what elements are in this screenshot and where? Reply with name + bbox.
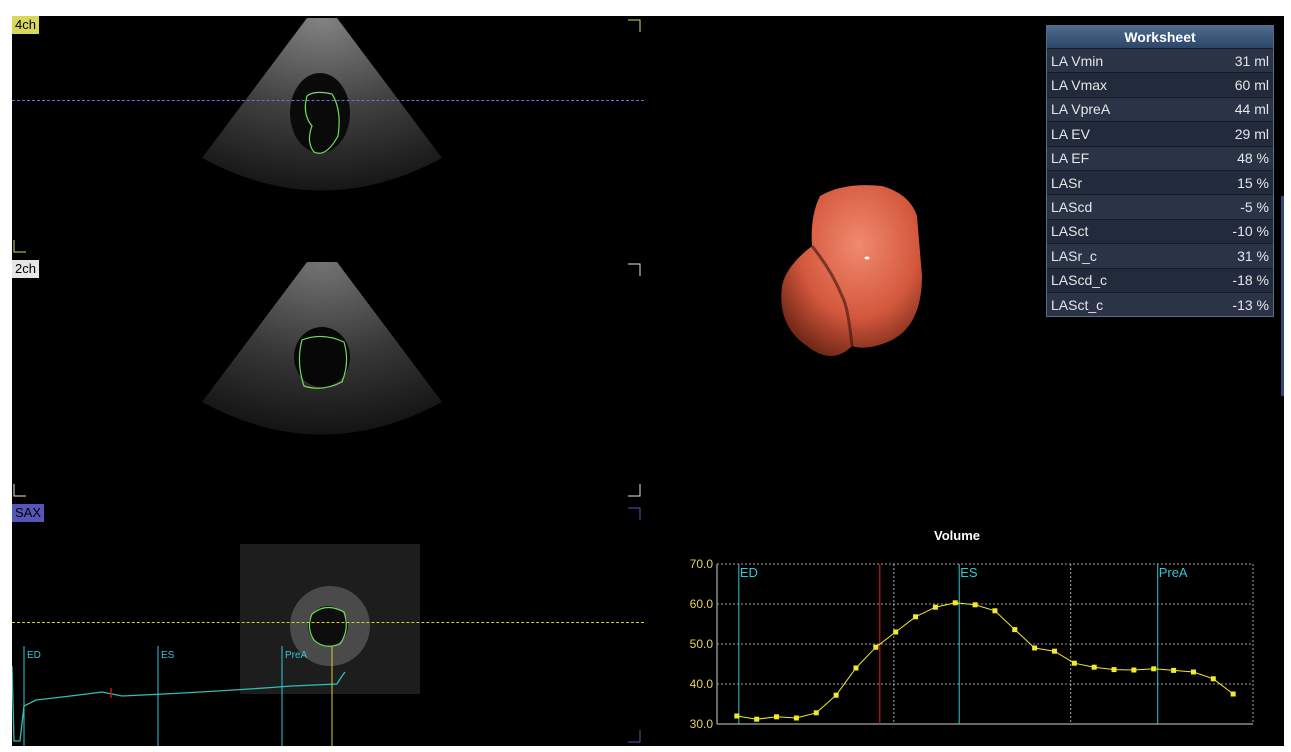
volume-chart-svg: 70.0 60.0 50.0 40.0 30.0 ED ES PreA [690,557,1254,731]
worksheet-row-name: LA VpreA [1051,101,1111,118]
worksheet-rows: LA Vmin 31 ml LA Vmax 60 ml LA VpreA 44 ml LA … [1047,48,1273,317]
worksheet-row[interactable]: LASr 15 % [1047,169,1273,195]
worksheet-row-name: LAScd [1051,199,1093,216]
chart-title: Volume [934,528,980,543]
worksheet-row-name: LA Vmax [1051,77,1108,94]
worksheet-row[interactable]: LA EV 29 ml [1047,121,1273,146]
view-label: SAX [12,504,45,522]
la-3d-render[interactable] [772,176,962,376]
corner-mark [628,507,641,520]
worksheet-row-value: 31 ml [1234,52,1269,69]
crosshair-line [12,622,644,623]
worksheet-row[interactable]: LAScd -5 % [1047,194,1273,219]
worksheet-row-value: 60 ml [1234,77,1269,94]
phase-marker-label: PreA [1159,565,1188,580]
data-point [952,600,958,606]
data-point [1111,667,1117,673]
view-4ch[interactable]: 4ch [12,16,644,256]
worksheet-row-value: 48 % [1237,150,1269,167]
ultrasound-sector [202,262,442,435]
view-sax[interactable]: ED ES PreA SAX [12,504,644,746]
scrollbar[interactable] [1281,196,1284,396]
worksheet-row-value: -18 % [1232,272,1269,289]
phase-marker-label: ES [960,565,978,580]
worksheet-row-name: LASr [1051,174,1083,191]
ultrasound-sector [202,18,442,191]
data-point [1210,676,1216,682]
data-point [1051,648,1057,654]
ecg-marker-es: ES [161,650,175,661]
ultrasound-screen: 4ch 2ch ED ES PreA SAX Worksheet LA Vmin… [12,16,1284,746]
worksheet-row[interactable]: LA EF 48 % [1047,145,1273,170]
worksheet-row-value: 31 % [1237,247,1269,264]
data-point [873,644,879,650]
data-point [972,602,978,608]
worksheet-row[interactable]: LASct_c -13 % [1047,291,1273,317]
ecg-marker-prea: PreA [285,650,308,661]
worksheet-row-value: 44 ml [1234,101,1269,118]
worksheet-row-value: 15 % [1237,174,1269,191]
data-point [754,716,760,722]
worksheet-title: Worksheet [1047,26,1273,48]
worksheet-panel[interactable]: Worksheet LA Vmin 31 ml LA Vmax 60 ml LA Vpr… [1046,25,1274,318]
corner-mark [628,263,641,276]
worksheet-row[interactable]: LASct -10 % [1047,218,1273,244]
data-point [1032,645,1038,651]
phase-marker-label: ED [740,565,758,580]
worksheet-row-name: LASr_c [1051,247,1097,264]
worksheet-row-name: LA EV [1051,125,1090,142]
data-point [1151,666,1157,672]
worksheet-row-value: -13 % [1232,296,1269,313]
view-2ch[interactable]: 2ch [12,260,644,500]
view-label: 2ch [12,260,39,278]
y-tick-label: 30.0 [690,717,714,731]
data-point [992,608,998,614]
data-point [813,710,819,716]
worksheet-row[interactable]: LA Vmin 31 ml [1047,48,1273,73]
data-point [932,604,938,610]
worksheet-row-name: LASct_c [1051,296,1104,313]
worksheet-row[interactable]: LA Vmax 60 ml [1047,72,1273,97]
worksheet-row-name: LASct [1051,223,1089,240]
volume-curve [736,602,1234,720]
data-point [833,692,839,698]
volume-chart[interactable]: Volume 70.0 60.0 50.0 40.0 30.0 ED ES PreA [657,526,1284,746]
data-point [913,614,919,620]
data-point [853,665,859,671]
corner-mark [628,484,641,497]
data-point [893,629,899,635]
worksheet-row-name: LA EF [1051,150,1090,167]
data-point [793,715,799,721]
worksheet-row-value: 29 ml [1234,125,1269,142]
data-point [1190,669,1196,675]
data-point [734,713,740,719]
worksheet-row-name: LAScd_c [1051,272,1108,289]
data-point [1230,691,1236,697]
data-point [774,714,780,720]
worksheet-row-value: -5 % [1240,199,1269,216]
y-tick-label: 40.0 [690,677,714,691]
corner-mark [628,19,641,32]
crosshair-line [12,100,644,101]
worksheet-row[interactable]: LAScd_c -18 % [1047,267,1273,292]
worksheet-row[interactable]: LA VpreA 44 ml [1047,96,1273,122]
view-label: 4ch [12,16,39,34]
corner-mark [13,240,26,253]
corner-mark [13,484,26,497]
worksheet-row-value: -10 % [1232,223,1269,240]
y-tick-label: 60.0 [690,597,714,611]
worksheet-row-name: LA Vmin [1051,52,1104,69]
data-point [1012,627,1018,633]
data-point [1171,667,1177,673]
data-point [1131,667,1137,673]
ecg-marker-ed: ED [27,650,41,661]
ecg-trace[interactable]: ED ES PreA [12,646,644,746]
y-tick-label: 70.0 [690,557,714,571]
worksheet-row[interactable]: LASr_c 31 % [1047,243,1273,268]
data-point [1071,660,1077,666]
data-point [1091,664,1097,670]
y-tick-label: 50.0 [690,637,714,651]
